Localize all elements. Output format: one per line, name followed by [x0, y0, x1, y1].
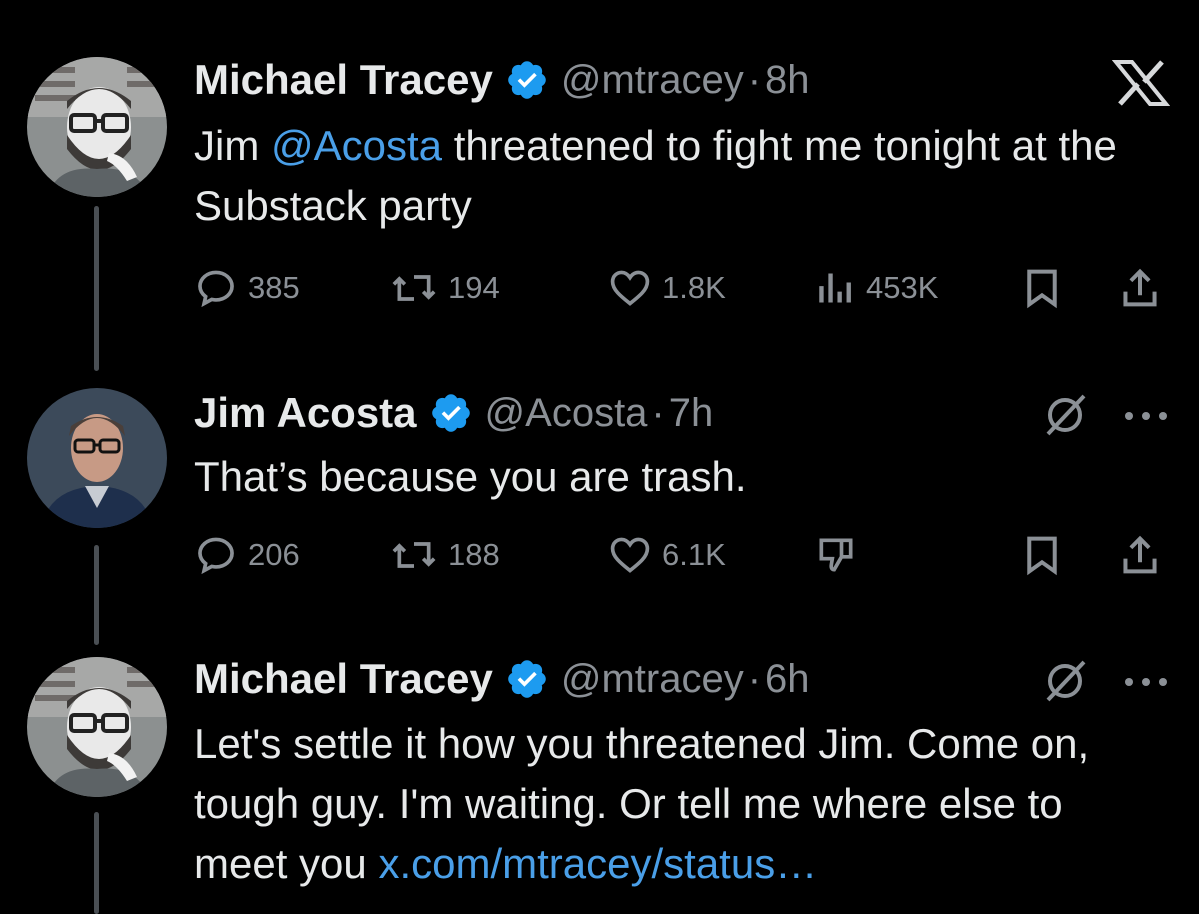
avatar[interactable]: [27, 57, 167, 197]
grok-icon[interactable]: [1040, 390, 1090, 445]
more-options-icon[interactable]: [1124, 408, 1168, 426]
repost-count: 194: [448, 270, 500, 305]
bookmark-button[interactable]: [1022, 263, 1062, 313]
separator: ·: [747, 57, 762, 102]
tweet-text-part: Jim: [194, 122, 271, 169]
tweet-header: Jim Acosta @Acosta · 7h: [194, 388, 713, 438]
reply-count: 206: [248, 537, 300, 572]
bookmark-icon: [1022, 266, 1062, 310]
verified-badge-icon: [505, 657, 549, 701]
timestamp[interactable]: 8h: [765, 58, 810, 103]
downvote-button[interactable]: [814, 530, 858, 580]
status-link[interactable]: x.com/mtracey/status…: [378, 840, 817, 887]
share-icon: [1120, 533, 1160, 577]
display-name[interactable]: Michael Tracey: [194, 655, 493, 703]
reply-icon: [194, 266, 238, 310]
avatar[interactable]: [27, 657, 167, 797]
grok-icon[interactable]: [1040, 656, 1090, 711]
display-name[interactable]: Jim Acosta: [194, 389, 417, 437]
separator: ·: [651, 390, 665, 435]
views-button[interactable]: 453K: [816, 263, 938, 313]
like-count: 1.8K: [662, 270, 726, 305]
tweet-text: Let's settle it how you threatened Jim. …: [194, 714, 1154, 894]
mention-link[interactable]: @Acosta: [271, 122, 442, 169]
heart-icon: [608, 533, 652, 577]
tweet-header: Michael Tracey @mtracey · 8h: [194, 55, 810, 105]
reply-button[interactable]: 385: [194, 263, 300, 313]
share-button[interactable]: [1120, 263, 1160, 313]
repost-icon: [390, 266, 438, 310]
view-count: 453K: [866, 270, 939, 305]
share-icon: [1120, 266, 1160, 310]
verified-badge-icon: [429, 391, 473, 435]
avatar[interactable]: [27, 388, 167, 528]
handle[interactable]: @Acosta: [485, 391, 648, 436]
reply-button[interactable]: 206: [194, 530, 300, 580]
like-button[interactable]: 6.1K: [608, 530, 726, 580]
tweet-header: Michael Tracey @mtracey · 6h: [194, 654, 810, 704]
heart-icon: [608, 266, 652, 310]
repost-icon: [390, 533, 438, 577]
tweet-2[interactable]: Jim Acosta @Acosta · 7h That’s because y…: [0, 370, 1199, 640]
share-button[interactable]: [1120, 530, 1160, 580]
bookmark-button[interactable]: [1022, 530, 1062, 580]
reply-count: 385: [248, 270, 300, 305]
x-logo-icon[interactable]: [1111, 60, 1171, 111]
display-name[interactable]: Michael Tracey: [194, 56, 493, 104]
tweet-1[interactable]: Michael Tracey @mtracey · 8h Jim @Acosta…: [0, 0, 1199, 370]
tweet-text: That’s because you are trash.: [194, 453, 747, 500]
tweet-text: Jim @Acosta threatened to fight me tonig…: [194, 116, 1184, 236]
like-count: 6.1K: [662, 537, 726, 572]
action-bar: 385 194 1.8K 453K: [194, 263, 1174, 313]
repost-button[interactable]: 188: [390, 530, 500, 580]
repost-button[interactable]: 194: [390, 263, 500, 313]
reply-icon: [194, 533, 238, 577]
like-button[interactable]: 1.8K: [608, 263, 726, 313]
handle[interactable]: @mtracey: [561, 58, 744, 103]
verified-badge-icon: [505, 58, 549, 102]
handle[interactable]: @mtracey: [561, 657, 744, 702]
thumbs-down-icon: [814, 533, 858, 577]
more-options-icon[interactable]: [1124, 674, 1168, 692]
timestamp[interactable]: 7h: [669, 391, 714, 436]
tweet-3[interactable]: Michael Tracey @mtracey · 6h Let's settl…: [0, 640, 1199, 914]
bookmark-icon: [1022, 533, 1062, 577]
repost-count: 188: [448, 537, 500, 572]
separator: ·: [747, 656, 762, 701]
action-bar: 206 188 6.1K: [194, 530, 1174, 580]
analytics-icon: [816, 266, 856, 310]
timestamp[interactable]: 6h: [765, 657, 810, 702]
